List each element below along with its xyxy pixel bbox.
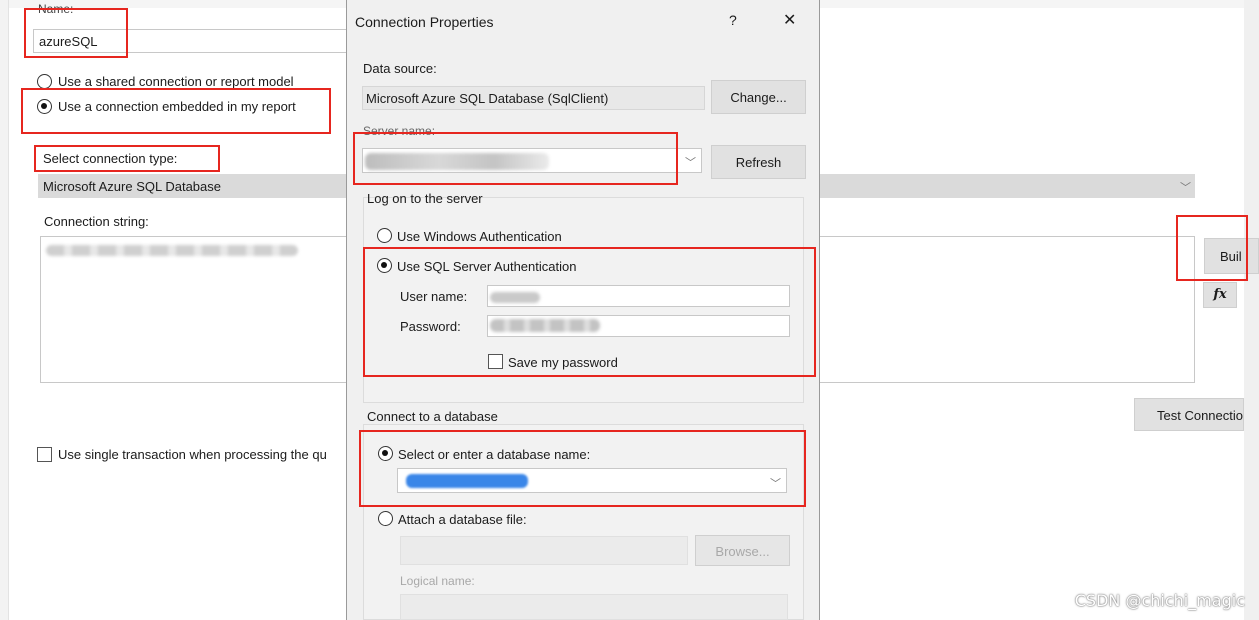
radio-select-db[interactable] [378, 446, 393, 461]
radio-embedded-connection[interactable] [37, 99, 52, 114]
server-name-label: Server name: [363, 124, 436, 138]
name-input[interactable]: azureSQL [33, 29, 351, 53]
connect-group-title: Connect to a database [367, 409, 498, 424]
radio-embedded-label: Use a connection embedded in my report [58, 99, 296, 114]
name-label: Name: [38, 2, 74, 16]
radio-attach-db[interactable] [378, 511, 393, 526]
blurred-database-name [406, 474, 528, 488]
db-chevron-down-icon: ﹀ [770, 478, 781, 490]
fx-button[interactable]: fx [1203, 282, 1237, 308]
blurred-password [490, 319, 600, 332]
data-source-label: Data source: [363, 61, 437, 76]
left-edge [0, 0, 9, 620]
windows-auth-label: Use Windows Authentication [397, 229, 562, 244]
database-name-combobox[interactable]: ﹀ [397, 468, 787, 493]
password-input[interactable] [487, 315, 790, 337]
select-db-label: Select or enter a database name: [398, 447, 591, 462]
help-icon[interactable]: ? [729, 12, 737, 28]
close-icon[interactable]: ✕ [783, 10, 796, 30]
select-type-label: Select connection type: [43, 151, 178, 166]
data-source-value: Microsoft Azure SQL Database (SqlClient) [366, 91, 609, 106]
radio-windows-auth[interactable] [377, 228, 392, 243]
server-chevron-down-icon: ﹀ [685, 157, 696, 169]
radio-sql-auth[interactable] [377, 258, 392, 273]
data-source-field: Microsoft Azure SQL Database (SqlClient) [362, 86, 705, 110]
password-label: Password: [400, 319, 461, 334]
single-transaction-label: Use single transaction when processing t… [58, 447, 327, 462]
browse-button[interactable]: Browse... [695, 535, 790, 566]
build-button[interactable]: Buil [1204, 238, 1259, 274]
refresh-button[interactable]: Refresh [711, 145, 806, 179]
connection-properties-dialog: Connection Properties ? ✕ Data source: M… [346, 0, 820, 620]
logon-group-title: Log on to the server [367, 191, 483, 206]
save-password-checkbox[interactable] [488, 354, 503, 369]
user-name-label: User name: [400, 289, 468, 304]
logical-name-input[interactable] [400, 594, 788, 620]
blurred-connection-string [46, 245, 298, 256]
change-button[interactable]: Change... [711, 80, 806, 114]
right-edge [1244, 0, 1259, 620]
sql-auth-label: Use SQL Server Authentication [397, 259, 577, 274]
radio-shared-label: Use a shared connection or report model [58, 74, 294, 89]
connection-string-label: Connection string: [44, 214, 149, 229]
chevron-down-icon: ﹀ [1180, 182, 1191, 194]
blurred-server-name [365, 153, 549, 170]
logical-name-label: Logical name: [400, 574, 475, 588]
user-name-input[interactable] [487, 285, 790, 307]
watermark: CSDN @chichi_magic [1074, 591, 1245, 610]
radio-shared-connection[interactable] [37, 74, 52, 89]
connection-type-value: Microsoft Azure SQL Database [43, 179, 221, 194]
attach-db-label: Attach a database file: [398, 512, 527, 527]
dialog-title: Connection Properties [355, 14, 494, 30]
attach-db-path-input[interactable] [400, 536, 688, 565]
save-password-label: Save my password [508, 355, 618, 370]
single-transaction-checkbox[interactable] [37, 447, 52, 462]
blurred-user-name [490, 292, 540, 303]
name-input-value: azureSQL [39, 34, 98, 49]
server-name-combobox[interactable]: ﹀ [362, 148, 702, 173]
test-connection-button[interactable]: Test Connectio [1134, 398, 1244, 431]
